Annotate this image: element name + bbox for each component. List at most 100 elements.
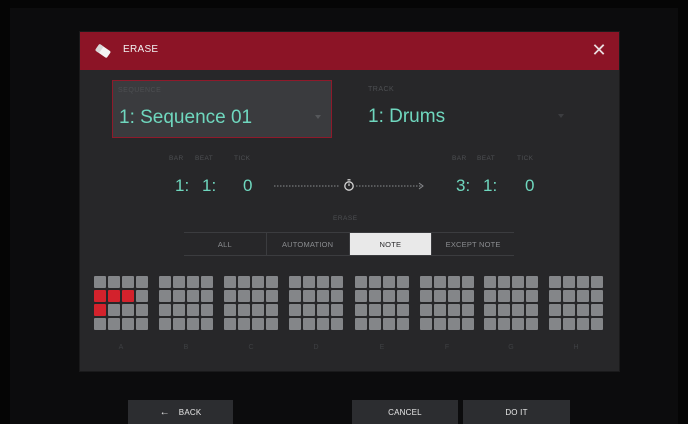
end-bar-label: BAR — [452, 155, 467, 162]
bank-label: G — [508, 344, 514, 351]
pad — [224, 290, 236, 302]
pad — [526, 276, 538, 288]
erase-mode-note-button[interactable]: NOTE — [349, 233, 432, 255]
bank-label: H — [573, 344, 579, 351]
pad — [591, 276, 603, 288]
pad — [224, 304, 236, 316]
pad — [252, 276, 264, 288]
pad-grid — [484, 276, 538, 330]
pad — [355, 318, 367, 330]
pad — [420, 276, 432, 288]
start-bar-value[interactable]: 1: — [175, 176, 195, 196]
sequence-label: SEQUENCE — [118, 87, 162, 94]
start-bar-label: BAR — [169, 155, 184, 162]
end-beat-value[interactable]: 1: — [483, 176, 503, 196]
pad — [122, 304, 134, 316]
do-it-button[interactable]: DO IT — [463, 400, 570, 424]
pad-bank-a[interactable]: A — [94, 276, 148, 361]
pad — [136, 290, 148, 302]
cancel-button[interactable]: CANCEL — [352, 400, 458, 424]
pad-bank-b[interactable]: B — [159, 276, 213, 361]
pad — [484, 304, 496, 316]
pad — [512, 304, 524, 316]
pad — [383, 276, 395, 288]
pad — [420, 290, 432, 302]
pad — [563, 290, 575, 302]
pad — [187, 290, 199, 302]
pad-bank-h[interactable]: H — [549, 276, 603, 361]
pad — [238, 304, 250, 316]
pad-bank-g[interactable]: G — [484, 276, 538, 361]
pad — [224, 276, 236, 288]
pad — [383, 290, 395, 302]
track-value: 1: Drums — [368, 106, 446, 127]
eraser-icon — [95, 44, 111, 58]
start-tick-value[interactable]: 0 — [243, 176, 263, 196]
pad — [549, 318, 561, 330]
pad — [526, 290, 538, 302]
track-selector[interactable]: TRACK 1: Drums — [362, 80, 574, 138]
pad — [549, 304, 561, 316]
pad — [266, 304, 278, 316]
end-tick-label: TICK — [517, 155, 534, 162]
erase-dialog: ERASE ✕ SEQUENCE 1: Sequence 01 TRACK 1:… — [80, 32, 619, 371]
pad — [122, 318, 134, 330]
pad — [201, 290, 213, 302]
pad — [512, 276, 524, 288]
pad — [289, 290, 301, 302]
bank-label: A — [118, 344, 124, 351]
pad — [108, 276, 120, 288]
pad — [563, 304, 575, 316]
pad — [526, 304, 538, 316]
pad-banks: A B C D E F G H — [94, 276, 604, 361]
erase-mode-automation-button[interactable]: AUTOMATION — [267, 233, 349, 255]
pad — [397, 290, 409, 302]
pad-grid — [94, 276, 148, 330]
pad — [187, 318, 199, 330]
pad — [526, 318, 538, 330]
pad-grid — [355, 276, 409, 330]
pad-bank-e[interactable]: E — [355, 276, 409, 361]
pad — [224, 318, 236, 330]
pad — [289, 318, 301, 330]
pad-grid — [224, 276, 278, 330]
end-bar-value[interactable]: 3: — [456, 176, 476, 196]
end-tick-value[interactable]: 0 — [525, 176, 545, 196]
pad — [238, 276, 250, 288]
start-tick-label: TICK — [234, 155, 251, 162]
pad-bank-f[interactable]: F — [420, 276, 474, 361]
pad — [317, 318, 329, 330]
pad — [136, 318, 148, 330]
pad-grid — [549, 276, 603, 330]
pad-grid — [420, 276, 474, 330]
pad — [434, 318, 446, 330]
pad — [591, 304, 603, 316]
pad — [498, 318, 510, 330]
close-icon[interactable]: ✕ — [590, 41, 608, 59]
pad — [159, 276, 171, 288]
start-beat-value[interactable]: 1: — [202, 176, 222, 196]
pad-bank-c[interactable]: C — [224, 276, 278, 361]
pad — [122, 276, 134, 288]
pad — [448, 304, 460, 316]
pad — [136, 276, 148, 288]
pad — [591, 318, 603, 330]
pad — [289, 276, 301, 288]
sequence-selector[interactable]: SEQUENCE 1: Sequence 01 — [112, 80, 332, 138]
bank-label: B — [183, 344, 189, 351]
pad — [498, 276, 510, 288]
pad — [434, 276, 446, 288]
pad — [369, 304, 381, 316]
dialog-title-bar: ERASE ✕ — [80, 32, 619, 70]
pad — [462, 290, 474, 302]
erase-mode-except-note-button[interactable]: EXCEPT NOTE — [432, 233, 514, 255]
pad — [369, 290, 381, 302]
pad — [331, 318, 343, 330]
back-button[interactable]: ← BACK — [128, 400, 233, 424]
bank-label: E — [379, 344, 385, 351]
pad — [420, 304, 432, 316]
pad-bank-d[interactable]: D — [289, 276, 343, 361]
erase-mode-all-button[interactable]: ALL — [184, 233, 266, 255]
pad — [289, 304, 301, 316]
pad — [303, 318, 315, 330]
